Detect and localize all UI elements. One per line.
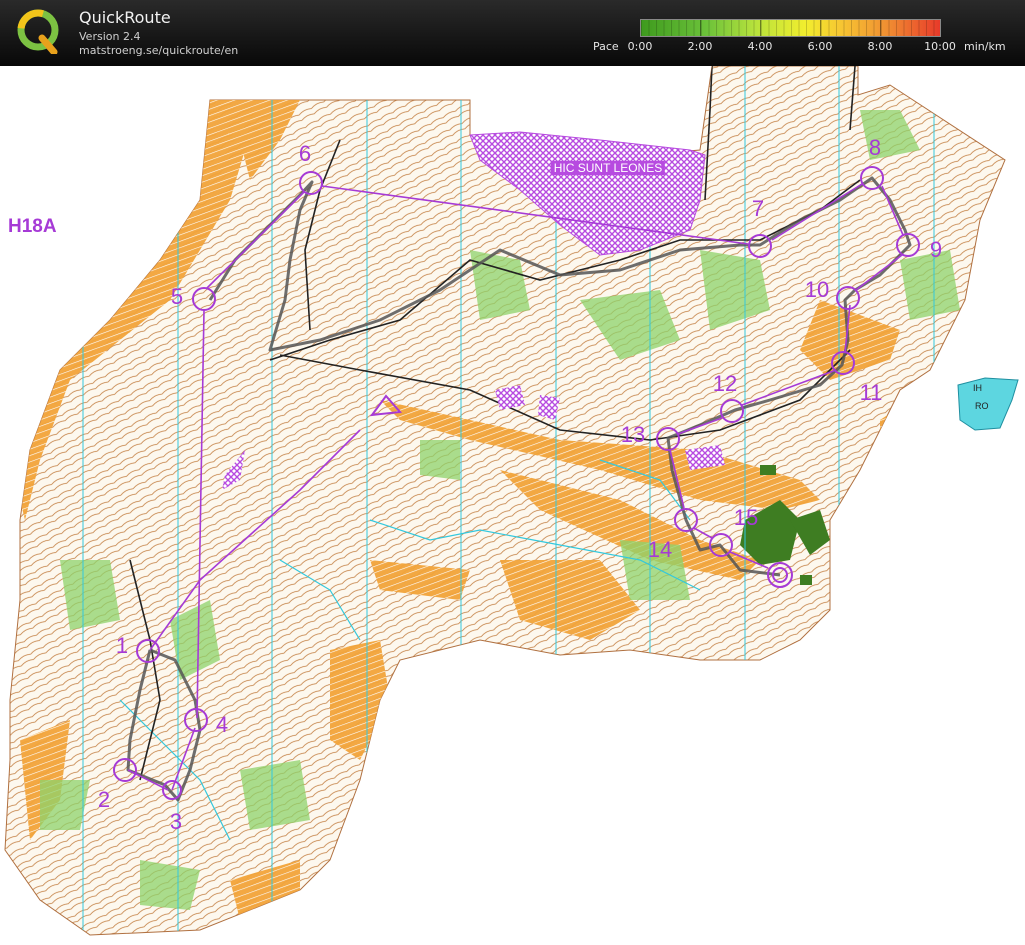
app-name: QuickRoute (79, 8, 171, 27)
restricted-area-label: HIC SUNT LEONES (550, 161, 666, 175)
control-number: 9 (929, 237, 943, 262)
app-header: QuickRoute Version 2.4 matstroeng.se/qui… (0, 0, 1025, 66)
control-number: 14 (647, 537, 673, 562)
control-number: 10 (804, 277, 830, 302)
control-number: 1 (115, 633, 129, 658)
quickroute-logo-icon (17, 9, 59, 54)
pace-tick-label: 4:00 (747, 40, 773, 53)
control-number: 8 (868, 135, 882, 160)
pace-unit: min/km (964, 40, 1006, 53)
course-class-label: H18A (8, 216, 57, 237)
pace-tick-label: 10:00 (924, 40, 956, 53)
control-number: 7 (751, 196, 765, 221)
control-number: 2 (97, 787, 111, 812)
control-number: 6 (298, 141, 312, 166)
control-number: 13 (620, 422, 646, 447)
control-number: 11 (859, 380, 883, 405)
pace-tick-label: 2:00 (687, 40, 713, 53)
app-version: Version 2.4 (79, 30, 141, 43)
orienteering-map[interactable] (0, 66, 1025, 945)
inset-label: RO (975, 401, 989, 411)
map-terrain (4, 66, 1006, 936)
app-url: matstroeng.se/quickroute/en (79, 44, 239, 57)
inset-label: IH (973, 383, 982, 393)
control-number: 3 (169, 809, 183, 834)
control-number: 4 (215, 712, 229, 737)
pace-title: Pace (593, 40, 619, 53)
control-number: 12 (712, 371, 738, 396)
control-number: 5 (170, 284, 184, 309)
pace-color-scale (640, 19, 941, 37)
control-number: 15 (733, 505, 759, 530)
pace-tick-label: 6:00 (807, 40, 833, 53)
pace-tick-label: 0:00 (627, 40, 653, 53)
pace-tick-label: 8:00 (867, 40, 893, 53)
